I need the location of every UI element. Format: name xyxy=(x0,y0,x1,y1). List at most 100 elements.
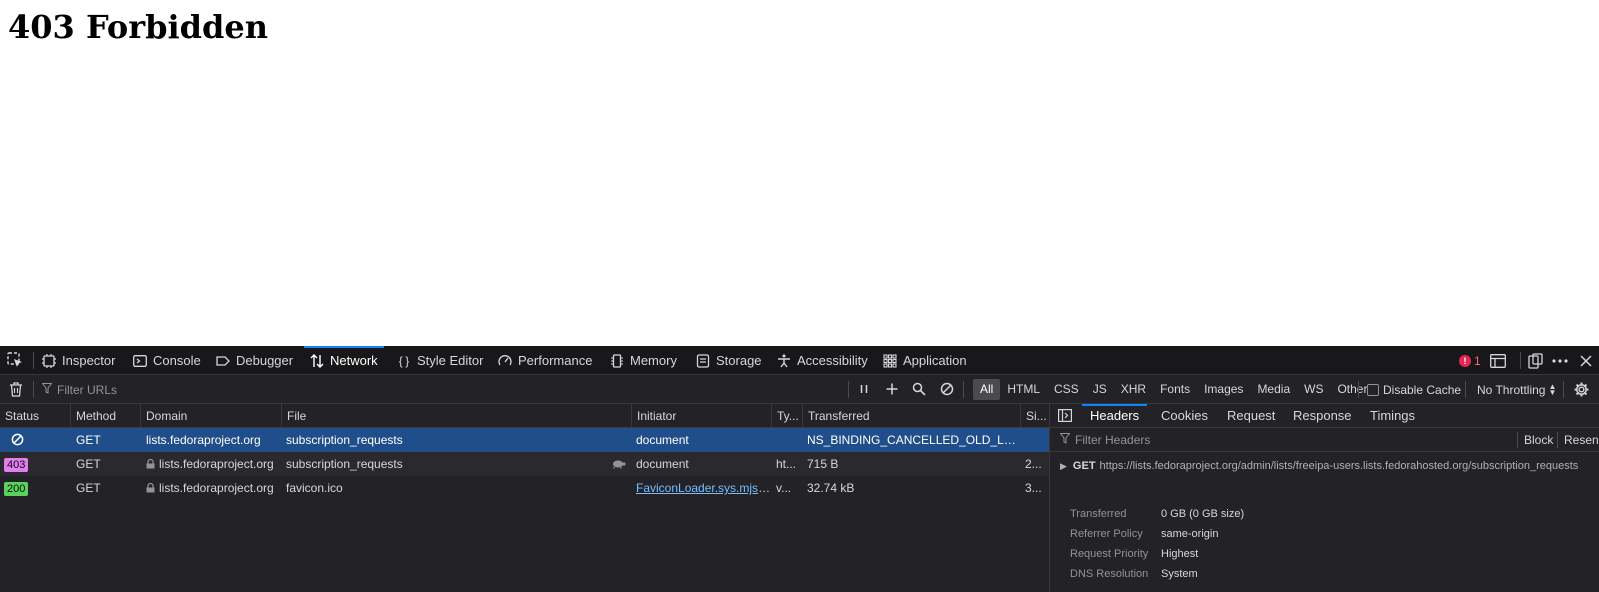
filter-images-button[interactable]: Images xyxy=(1197,379,1250,400)
size-cell xyxy=(1020,428,1049,452)
detail-row-referrer-policy: Referrer Policy same-origin xyxy=(1070,524,1590,544)
accessibility-icon xyxy=(777,354,791,368)
tab-label: Application xyxy=(903,353,967,368)
blocked-icon xyxy=(11,433,24,447)
throttling-select[interactable]: No Throttling ▲ ▼ xyxy=(1477,375,1556,404)
element-picker-icon[interactable] xyxy=(6,351,26,369)
dock-toggle-icon[interactable] xyxy=(1528,346,1544,375)
column-header-type[interactable]: Ty... xyxy=(771,404,802,428)
tab-console[interactable]: Console xyxy=(133,346,201,375)
method-cell: GET xyxy=(76,433,101,447)
request-method: GET xyxy=(1072,460,1096,472)
filter-css-button[interactable]: CSS xyxy=(1047,379,1086,400)
tab-label: Accessibility xyxy=(797,353,868,368)
devtools-panel: Inspector Console Debugger Network { } S… xyxy=(0,346,1599,592)
pause-icon[interactable] xyxy=(857,382,872,397)
error-count-badge[interactable]: ! 1 xyxy=(1459,346,1481,375)
detail-row-transferred: Transferred 0 GB (0 GB size) xyxy=(1070,504,1590,524)
page-heading: 403 Forbidden xyxy=(8,8,269,46)
detail-key: Transferred xyxy=(1070,508,1127,520)
column-header-method[interactable]: Method xyxy=(70,404,140,428)
tab-debugger[interactable]: Debugger xyxy=(216,346,293,375)
column-header-transferred[interactable]: Transferred xyxy=(802,404,1020,428)
tab-cookies[interactable]: Cookies xyxy=(1161,404,1208,428)
filter-js-button[interactable]: JS xyxy=(1086,379,1114,400)
request-type-filters: All HTML CSS JS XHR Fonts Images Media W… xyxy=(973,379,1374,400)
filter-media-button[interactable]: Media xyxy=(1250,379,1297,400)
domain-cell: lists.fedoraproject.org xyxy=(141,452,281,476)
close-icon[interactable] xyxy=(1580,346,1592,375)
tab-label: Performance xyxy=(518,353,593,368)
tab-application[interactable]: Application xyxy=(883,346,967,375)
search-icon[interactable] xyxy=(912,382,927,397)
domain-text: lists.fedoraproject.org xyxy=(159,457,274,471)
tab-response[interactable]: Response xyxy=(1293,404,1352,428)
request-details-sidebar: Headers Cookies Request Response Timings… xyxy=(1049,404,1599,592)
filter-all-button[interactable]: All xyxy=(973,379,1001,400)
tab-headers[interactable]: Headers xyxy=(1081,404,1148,428)
table-header: Status Method Domain File Initiator Ty..… xyxy=(0,404,1049,428)
updown-icon: ▲ ▼ xyxy=(1548,381,1557,397)
table-row[interactable]: 403 GET lists.fedoraproject.org subscrip… xyxy=(0,452,1049,476)
application-icon xyxy=(883,353,897,368)
filter-headers-input[interactable]: Filter Headers xyxy=(1059,428,1150,452)
clear-requests-icon[interactable] xyxy=(9,382,23,397)
tab-accessibility[interactable]: Accessibility xyxy=(777,346,868,375)
tab-label: Storage xyxy=(716,353,762,368)
filter-xhr-button[interactable]: XHR xyxy=(1114,379,1153,400)
toolbar-separator xyxy=(33,381,34,398)
block-button[interactable]: Block xyxy=(1524,428,1553,452)
file-cell: subscription_requests xyxy=(286,433,403,447)
responsive-design-icon[interactable] xyxy=(1490,346,1506,375)
size-cell: 3... xyxy=(1025,481,1042,495)
block-icon[interactable] xyxy=(940,382,955,397)
lock-icon xyxy=(146,453,155,469)
tab-style-editor[interactable]: { } Style Editor xyxy=(397,346,484,375)
requests-table: Status Method Domain File Initiator Ty..… xyxy=(0,404,1049,592)
column-header-size[interactable]: Si... xyxy=(1020,404,1049,428)
domain-text: lists.fedoraproject.org xyxy=(159,481,274,495)
tab-timings[interactable]: Timings xyxy=(1370,404,1415,428)
table-row[interactable]: 200 GET lists.fedoraproject.org favicon.… xyxy=(0,476,1049,500)
filter-icon xyxy=(1059,433,1071,447)
detail-key: Referrer Policy xyxy=(1070,528,1143,540)
tab-network[interactable]: Network xyxy=(304,346,384,375)
file-cell: subscription_requests xyxy=(286,457,403,471)
initiator-cell: document xyxy=(636,457,689,471)
tab-storage[interactable]: Storage xyxy=(696,346,762,375)
column-header-initiator[interactable]: Initiator xyxy=(631,404,771,428)
filter-html-button[interactable]: HTML xyxy=(1000,379,1047,400)
tab-memory[interactable]: Memory xyxy=(610,346,677,375)
initiator-link[interactable]: FaviconLoader.sys.mjs:... xyxy=(636,481,771,495)
status-cell: 403 xyxy=(0,452,70,476)
request-summary[interactable]: ▶ GET https://lists.fedoraproject.org/admi… xyxy=(1060,458,1590,474)
tab-request[interactable]: Request xyxy=(1227,404,1275,428)
filter-urls-input[interactable]: Filter URLs xyxy=(41,375,117,404)
disable-cache-checkbox[interactable]: Disable Cache xyxy=(1367,375,1461,404)
column-header-status[interactable]: Status xyxy=(0,404,70,428)
toggle-sidebar-icon[interactable] xyxy=(1058,409,1073,425)
expand-arrow-icon: ▶ xyxy=(1060,461,1067,471)
status-code-badge: 200 xyxy=(4,482,29,496)
column-header-file[interactable]: File xyxy=(281,404,631,428)
tab-performance[interactable]: Performance xyxy=(498,346,592,375)
checkbox-box xyxy=(1367,383,1379,396)
gear-icon[interactable] xyxy=(1574,382,1589,397)
detail-key: Request Priority xyxy=(1070,548,1149,560)
memory-icon xyxy=(610,353,624,368)
detail-value: System xyxy=(1161,568,1198,580)
error-icon: ! xyxy=(1459,354,1471,367)
add-request-icon[interactable] xyxy=(885,382,900,397)
more-options-icon[interactable] xyxy=(1552,346,1568,375)
column-header-domain[interactable]: Domain xyxy=(140,404,281,428)
detail-value: same-origin xyxy=(1161,528,1219,540)
tab-inspector[interactable]: Inspector xyxy=(42,346,115,375)
table-row[interactable]: GET lists.fedoraproject.org subscription… xyxy=(0,428,1049,452)
toolbar-separator xyxy=(1517,432,1518,448)
disable-cache-label: Disable Cache xyxy=(1383,382,1462,397)
filter-ws-button[interactable]: WS xyxy=(1297,379,1330,400)
resend-button[interactable]: Resend xyxy=(1564,428,1599,452)
filter-fonts-button[interactable]: Fonts xyxy=(1153,379,1197,400)
status-cell: 200 xyxy=(0,476,70,500)
tab-label: Console xyxy=(153,353,201,368)
